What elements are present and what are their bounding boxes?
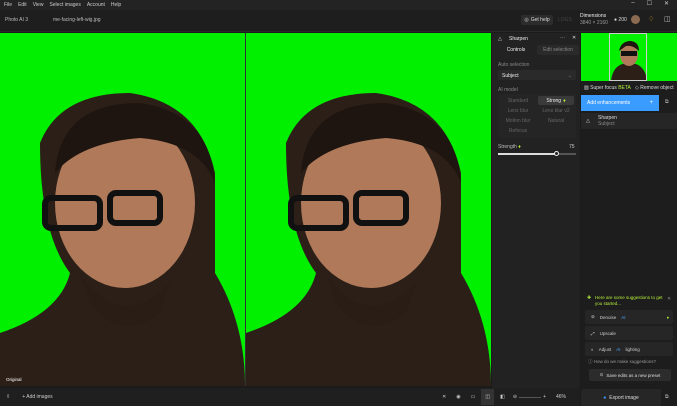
model-grid: Standard Strong ♦ Lens blur Lens blur v2 … [498,94,576,138]
model-lens-blur[interactable]: Lens blur [500,106,536,115]
suggestion-denoise[interactable]: ⊚ Denoise AI ♦ [585,310,673,324]
preview-image [246,33,491,386]
preset-icon: ⊙ [599,372,604,377]
help-icon: ◎ [524,17,529,23]
model-strong[interactable]: Strong ♦ [538,96,574,105]
minimize-icon[interactable]: – [631,0,634,10]
save-preset-button[interactable]: ⊙ Save edits as a new preset [589,369,671,381]
export-icon: ● [603,394,607,401]
strength-handle[interactable] [554,151,559,156]
bottom-toolbar: ⇧ + Add images ✕ ◉ ▭ ◫ ◧ ⊖ + 46% [0,388,580,406]
menu-view[interactable]: View [33,2,44,8]
export-image-button[interactable]: ● Export image [581,389,661,406]
maximize-icon[interactable]: ☐ [647,0,652,10]
sharpen-icon: △ [498,36,502,42]
add-enhancements-button[interactable]: Add enhancements + [581,95,659,111]
panel-toggle-icon[interactable]: ◫ [664,15,671,23]
right-sidebar: ▨ Super focus BETA ◇ Remove object Add e… [581,33,677,406]
lighting-icon: ◐ [591,346,594,352]
logs-label: LOGS [558,17,572,23]
model-refocus[interactable]: Refocus [500,126,536,135]
sharpen-panel: △ Sharpen ⋯ ✕ Controls Edit selection Au… [492,33,580,388]
remove-object-button[interactable]: ◇ Remove object [635,85,674,91]
panel-close-icon[interactable]: ✕ [572,35,576,41]
get-help-button[interactable]: ◎ Get help [521,15,553,25]
menu-bar: File Edit View Select images Account Hel… [0,0,677,10]
split-divider[interactable] [245,33,246,386]
suggestion-upscale[interactable]: ⤢ Upscale [585,326,673,340]
zoom-level[interactable]: 46% [556,394,566,400]
suggestions-close-icon[interactable]: ✕ [667,296,671,302]
crop-icon[interactable]: ✕ [442,394,446,400]
dimensions-label: Dimensions [580,13,607,19]
upscale-icon: ⤢ [591,330,595,336]
split-view-icon[interactable]: ◧ [500,394,505,400]
zoom-slider[interactable]: ⊖ + [513,394,546,400]
plus-icon: + [649,100,653,106]
menu-account[interactable]: Account [87,2,105,8]
more-icon[interactable]: ⋯ [560,35,565,41]
tab-edit-selection[interactable]: Edit selection [537,45,579,55]
panel-title: Sharpen [509,36,528,42]
strength-value: 75 [569,144,575,150]
lightbulb-icon[interactable]: ♢ [648,15,654,23]
suggestion-icon: ✚ [587,295,592,301]
side-by-side-icon[interactable]: ◫ [481,389,495,405]
menu-help[interactable]: Help [111,2,121,8]
model-motion-blur[interactable]: Motion blur [500,116,536,125]
menu-file[interactable]: File [4,2,12,8]
compare-icon[interactable]: ⧉ [665,99,669,105]
batch-export-icon[interactable]: ⧉ [665,394,669,400]
model-lens-blur-v2[interactable]: Lens blur v2 [538,106,574,115]
original-label: Original [6,377,22,382]
person-photo-sharpened [246,93,491,386]
auto-selection-label: Auto selection [498,62,530,68]
strength-fill [498,153,557,155]
dimensions-value: 3840 × 2160 [580,20,608,26]
app-title: Photo AI 3 [5,17,29,23]
viewport-rect[interactable] [609,33,647,81]
how-suggestions-link[interactable]: ⓘ How do we make suggestions? [588,359,656,365]
upload-icon[interactable]: ⇧ [6,394,10,400]
original-image: Original [0,33,245,386]
close-icon[interactable]: ✕ [664,0,669,10]
strength-label: Strength ♦ [498,144,521,150]
model-natural[interactable]: Natural [538,116,574,125]
navigator-thumbnail[interactable] [581,33,677,81]
person-photo [0,93,245,386]
suggestions-title: Here are some suggestions to get you sta… [595,295,663,306]
menu-select-images[interactable]: Select images [49,2,80,8]
credits[interactable]: ● 200 [614,17,627,23]
avatar[interactable] [631,15,640,24]
file-name: me-facing-left-wig.jpg [53,17,101,23]
tab-controls[interactable]: Controls [498,45,534,55]
menu-edit[interactable]: Edit [18,2,27,8]
chevron-down-icon: ⌄ [567,73,572,79]
eye-icon[interactable]: ◉ [456,394,460,400]
sharpen-icon: △ [586,118,590,124]
add-images-button[interactable]: + Add images [22,394,52,400]
window-controls: – ☐ ✕ [631,0,677,10]
model-standard[interactable]: Standard [500,96,536,105]
denoise-icon: ⊚ [591,314,595,319]
suggestion-adjust-lighting[interactable]: ◐ Adjust AI lighting [585,342,673,356]
auto-selection-dropdown[interactable]: Subject ⌄ [498,70,576,80]
ai-model-label: AI model [498,87,518,93]
super-focus-button[interactable]: ▨ Super focus BETA [584,85,631,91]
title-bar: Photo AI 3 me-facing-left-wig.jpg ◎ Get h… [0,10,677,32]
enhancement-sharpen[interactable]: △ Sharpen Subject [581,113,677,129]
single-view-icon[interactable]: ▭ [471,394,476,400]
strength-slider[interactable] [498,151,576,156]
